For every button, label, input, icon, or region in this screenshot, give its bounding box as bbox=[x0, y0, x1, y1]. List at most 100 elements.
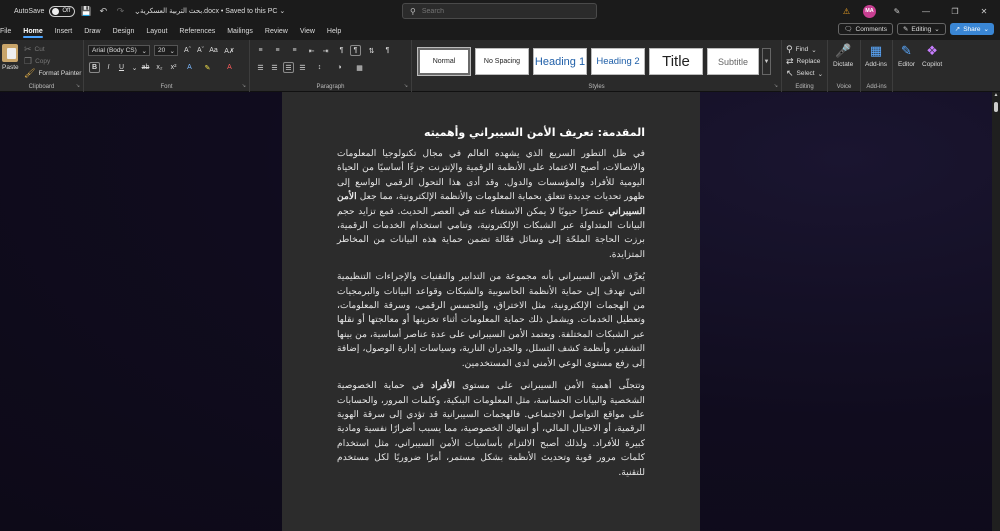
tab-insert[interactable]: Insert bbox=[49, 22, 79, 40]
ribbon-display-icon[interactable]: ✎ bbox=[889, 7, 905, 16]
search-icon: ⚲ bbox=[410, 6, 416, 16]
paragraph-3[interactable]: وتتجلّى أهمية الأمن السيبراني على مستوى … bbox=[337, 379, 645, 480]
line-spacing-icon[interactable]: ↕ bbox=[314, 62, 325, 73]
page-content[interactable]: المقدمة: تعريف الأمن السيبراني وأهميته ف… bbox=[337, 126, 645, 488]
bold-icon[interactable]: B bbox=[89, 62, 100, 73]
shrink-font-icon[interactable]: Aˇ bbox=[195, 45, 206, 56]
tab-layout[interactable]: Layout bbox=[140, 22, 173, 40]
paragraph-1[interactable]: في ظل التطور السريع الذي يشهده العالم في… bbox=[337, 147, 645, 262]
tab-mailings[interactable]: Mailings bbox=[221, 22, 259, 40]
style-no-spacing[interactable]: No Spacing bbox=[475, 48, 529, 75]
pilcrow-icon[interactable]: ¶ bbox=[382, 45, 393, 56]
document-title[interactable]: بحث التربية العسكرية.docx • Saved to thi… bbox=[140, 7, 285, 15]
bullets-icon[interactable]: ≡ bbox=[255, 45, 266, 56]
minimize-icon[interactable]: — bbox=[918, 7, 934, 16]
tab-references[interactable]: References bbox=[173, 22, 221, 40]
sort-icon[interactable]: ⇅ bbox=[366, 45, 377, 56]
addins-group: ▦ Add-ins Add-ins bbox=[861, 40, 893, 92]
cut-button[interactable]: ✂ Cut bbox=[24, 44, 45, 55]
align-right-icon[interactable]: ☰ bbox=[283, 62, 294, 73]
text-effects-icon[interactable]: A bbox=[184, 62, 195, 73]
document-heading[interactable]: المقدمة: تعريف الأمن السيبراني وأهميته bbox=[337, 126, 645, 139]
strikethrough-icon[interactable]: ab bbox=[140, 62, 151, 73]
search-box[interactable]: ⚲ bbox=[402, 3, 597, 19]
document-page[interactable]: المقدمة: تعريف الأمن السيبراني وأهميته ف… bbox=[282, 92, 700, 531]
autosave-toggle[interactable]: Off bbox=[49, 5, 76, 17]
paste-icon bbox=[2, 44, 19, 62]
chevron-down-icon: ⌄ bbox=[817, 70, 824, 78]
styles-more-button[interactable]: ▼ bbox=[762, 48, 771, 75]
dialog-launcher-icon[interactable]: ↘ bbox=[774, 83, 778, 89]
comment-icon: 🗨 bbox=[844, 26, 853, 33]
select-button[interactable]: ↖ Select ⌄ bbox=[786, 68, 823, 79]
dialog-launcher-icon[interactable]: ↘ bbox=[76, 83, 80, 89]
tab-file[interactable]: File bbox=[0, 22, 17, 40]
tab-view[interactable]: View bbox=[294, 22, 321, 40]
restore-icon[interactable]: ❐ bbox=[947, 7, 963, 16]
paragraph-label: Paragraph bbox=[316, 84, 345, 90]
highlight-icon[interactable]: ✎ bbox=[202, 62, 213, 73]
font-size-select[interactable]: 20 ⌄ bbox=[154, 45, 178, 56]
justify-icon[interactable]: ☰ bbox=[297, 62, 308, 73]
paragraph-2[interactable]: يُعرَّف الأمن السيبراني بأنه مجموعة من ا… bbox=[337, 270, 645, 371]
redo-icon[interactable]: ↷ bbox=[114, 6, 126, 17]
close-icon[interactable]: ✕ bbox=[976, 7, 992, 16]
editor-button[interactable]: ✎ Editor bbox=[898, 43, 915, 68]
editing-group-label: Editing bbox=[795, 84, 814, 90]
format-painter-button[interactable]: 🖌 Format Painter bbox=[24, 68, 81, 79]
italic-icon[interactable]: I bbox=[103, 62, 114, 73]
scroll-up-icon[interactable]: ▲ bbox=[992, 92, 1000, 98]
borders-icon[interactable]: ▦ bbox=[354, 62, 365, 73]
style-title[interactable]: Title bbox=[649, 48, 703, 75]
ltr-icon[interactable]: ¶ bbox=[336, 45, 347, 56]
numbering-icon[interactable]: ≡ bbox=[272, 45, 283, 56]
shading-icon[interactable]: ◑ bbox=[334, 62, 345, 73]
save-icon[interactable]: 💾 bbox=[80, 6, 92, 17]
tab-review[interactable]: Review bbox=[259, 22, 294, 40]
align-left-icon[interactable]: ☰ bbox=[255, 62, 266, 73]
scroll-thumb[interactable] bbox=[994, 102, 998, 112]
tab-design[interactable]: Design bbox=[107, 22, 141, 40]
dialog-launcher-icon[interactable]: ↘ bbox=[242, 83, 246, 89]
replace-button[interactable]: ⇄ Replace bbox=[786, 56, 820, 67]
copy-button[interactable]: ❐ Copy bbox=[24, 56, 50, 67]
style-subtitle[interactable]: Subtitle bbox=[707, 48, 759, 75]
find-button[interactable]: ⚲ Find ⌄ bbox=[786, 44, 817, 55]
grow-font-icon[interactable]: Aˆ bbox=[182, 45, 193, 56]
chevron-down-icon[interactable]: ⌄ bbox=[129, 62, 140, 73]
addins-button[interactable]: ▦ Add-ins bbox=[865, 43, 887, 68]
font-color-icon[interactable]: A bbox=[224, 62, 235, 73]
rtl-icon[interactable]: ¶ bbox=[350, 45, 361, 56]
chevron-down-icon: ⌄ bbox=[983, 26, 989, 33]
superscript-icon[interactable]: x² bbox=[168, 62, 179, 73]
font-name-value: Arial (Body CS) bbox=[92, 47, 137, 54]
align-center-icon[interactable]: ☰ bbox=[269, 62, 280, 73]
change-case-icon[interactable]: Aa bbox=[208, 45, 219, 56]
decrease-indent-icon[interactable]: ⇤ bbox=[306, 45, 317, 56]
multilevel-list-icon[interactable]: ≡ bbox=[289, 45, 300, 56]
tab-help[interactable]: Help bbox=[321, 22, 347, 40]
style-heading-1[interactable]: Heading 1 bbox=[533, 48, 587, 75]
underline-icon[interactable]: U bbox=[116, 62, 127, 73]
style-normal[interactable]: Normal bbox=[417, 47, 471, 76]
tab-draw[interactable]: Draw bbox=[78, 22, 106, 40]
dialog-launcher-icon[interactable]: ↘ bbox=[404, 83, 408, 89]
paste-button[interactable]: Paste bbox=[2, 44, 19, 71]
style-heading-2[interactable]: Heading 2 bbox=[591, 48, 645, 75]
warning-icon[interactable]: ⚠ bbox=[843, 7, 850, 16]
tab-home[interactable]: Home bbox=[17, 22, 48, 40]
search-input[interactable] bbox=[421, 7, 572, 15]
avatar[interactable]: MA bbox=[863, 4, 876, 18]
vertical-scrollbar[interactable]: ▲ bbox=[992, 92, 1000, 531]
dictate-button[interactable]: 🎤 Dictate bbox=[833, 43, 853, 68]
clipboard-label: Clipboard bbox=[28, 84, 55, 90]
share-button[interactable]: ↗ Share ⌄ bbox=[949, 23, 994, 35]
increase-indent-icon[interactable]: ⇥ bbox=[320, 45, 331, 56]
clear-formatting-icon[interactable]: A✗ bbox=[224, 45, 235, 56]
undo-icon[interactable]: ↶ bbox=[97, 6, 109, 17]
comments-button[interactable]: 🗨 Comments bbox=[838, 23, 893, 35]
font-name-select[interactable]: Arial (Body CS) ⌄ bbox=[88, 45, 150, 56]
copilot-button[interactable]: ❖ Copilot bbox=[922, 43, 942, 68]
editing-mode-button[interactable]: ✎ Editing ⌄ bbox=[896, 23, 946, 35]
subscript-icon[interactable]: x₂ bbox=[154, 62, 165, 73]
